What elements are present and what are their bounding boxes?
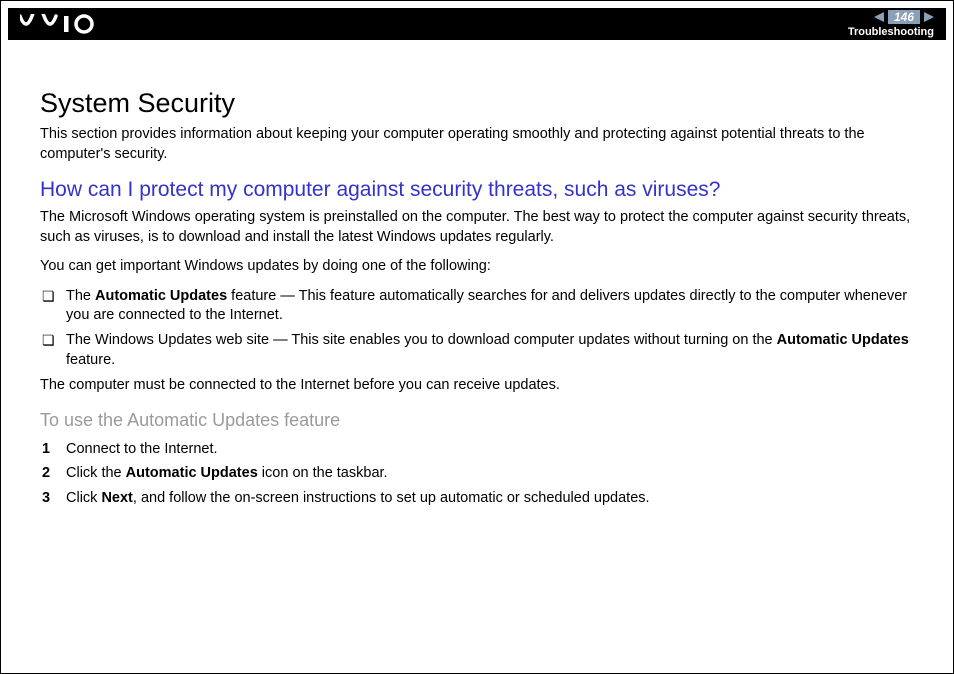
paragraph: You can get important Windows updates by… bbox=[40, 257, 924, 277]
question-heading: How can I protect my computer against se… bbox=[40, 178, 924, 202]
step-number: 3 bbox=[40, 488, 66, 510]
list-item: 2 Click the Automatic Updates icon on th… bbox=[40, 463, 924, 485]
list-item-text: The Automatic Updates feature — This fea… bbox=[66, 287, 924, 326]
step-text: Click the Automatic Updates icon on the … bbox=[66, 463, 388, 485]
list-item: 1 Connect to the Internet. bbox=[40, 439, 924, 461]
paragraph: The Microsoft Windows operating system i… bbox=[40, 208, 924, 247]
step-text: Connect to the Internet. bbox=[66, 439, 218, 461]
intro-text: This section provides information about … bbox=[40, 125, 924, 164]
section-label: Troubleshooting bbox=[848, 26, 934, 38]
prev-page-arrow-icon[interactable] bbox=[874, 12, 884, 22]
square-bullet-icon: ❏ bbox=[40, 287, 66, 326]
page-title: System Security bbox=[40, 88, 924, 119]
list-item: ❏ The Automatic Updates feature — This f… bbox=[40, 287, 924, 326]
paragraph: The computer must be connected to the In… bbox=[40, 376, 924, 396]
header-right: 146 Troubleshooting bbox=[848, 10, 934, 38]
list-item: ❏ The Windows Updates web site — This si… bbox=[40, 331, 924, 370]
header-bar: 146 Troubleshooting bbox=[8, 8, 946, 40]
numbered-list: 1 Connect to the Internet. 2 Click the A… bbox=[40, 439, 924, 510]
vaio-logo bbox=[20, 14, 106, 34]
square-bullet-icon: ❏ bbox=[40, 331, 66, 370]
step-number: 1 bbox=[40, 439, 66, 461]
vaio-logo-icon bbox=[20, 14, 106, 34]
page-number-nav: 146 bbox=[874, 10, 934, 24]
step-text: Click Next, and follow the on-screen ins… bbox=[66, 488, 650, 510]
page-content: System Security This section provides in… bbox=[40, 60, 924, 654]
list-item-text: The Windows Updates web site — This site… bbox=[66, 331, 924, 370]
list-item: 3 Click Next, and follow the on-screen i… bbox=[40, 488, 924, 510]
subheading: To use the Automatic Updates feature bbox=[40, 410, 924, 431]
next-page-arrow-icon[interactable] bbox=[924, 12, 934, 22]
page-number: 146 bbox=[888, 10, 920, 24]
bullet-list: ❏ The Automatic Updates feature — This f… bbox=[40, 287, 924, 370]
step-number: 2 bbox=[40, 463, 66, 485]
